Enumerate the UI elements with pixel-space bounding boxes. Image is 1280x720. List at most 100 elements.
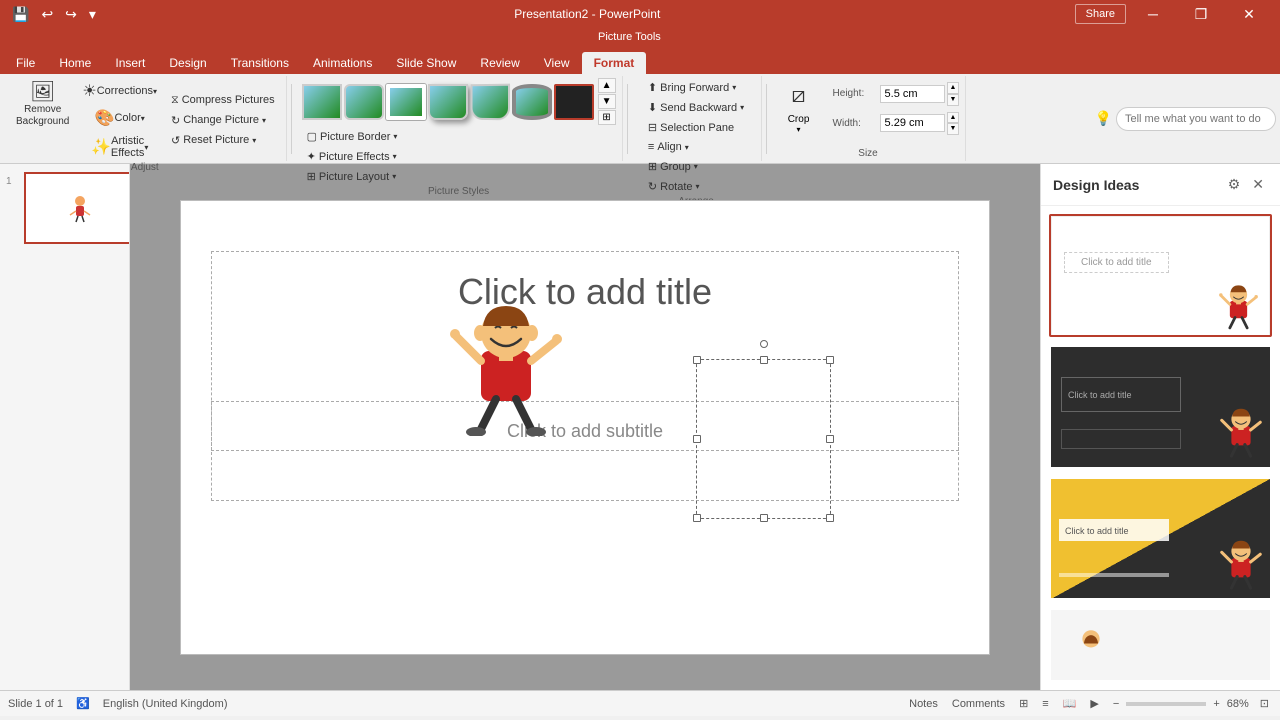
group-button[interactable]: ⊞ Group ▾ (643, 157, 703, 176)
handle-middle-right[interactable] (826, 435, 834, 443)
statusbar: Slide 1 of 1 ♿ English (United Kingdom) … (0, 690, 1280, 716)
design-idea-3-title-text: Click to add title (1065, 526, 1129, 536)
picture-style-3[interactable] (386, 84, 426, 120)
tab-animations[interactable]: Animations (301, 52, 384, 74)
corrections-label: Corrections (97, 85, 153, 97)
change-picture-button[interactable]: ↻ Change Picture ▾ (166, 111, 280, 130)
fit-slide-button[interactable]: ⊡ (1257, 696, 1272, 711)
slide-thumbnail-1[interactable] (24, 172, 130, 244)
character-clipart[interactable] (441, 281, 571, 431)
width-input[interactable] (880, 114, 945, 132)
canvas-area[interactable]: Click to add title Click to add subtitle (130, 164, 1040, 690)
remove-background-button[interactable]: 🖼 RemoveBackground (10, 78, 75, 132)
group-icon: ⊞ (648, 160, 657, 173)
close-button[interactable]: ✕ (1226, 0, 1272, 28)
send-backward-label: Send Backward (660, 102, 737, 114)
picture-layout-button[interactable]: ⊞ Picture Layout ▾ (302, 167, 403, 186)
send-backward-button[interactable]: ⬇ Send Backward ▾ (643, 98, 749, 117)
tab-file[interactable]: File (4, 52, 47, 74)
gallery-more[interactable]: ⊞ (598, 110, 616, 125)
rotate-icon: ↻ (648, 180, 657, 193)
slide-title-placeholder[interactable]: Click to add title (231, 271, 939, 313)
rotate-handle[interactable] (760, 340, 768, 348)
corrections-button[interactable]: ☀ Corrections ▾ (77, 78, 162, 104)
customize-qat-button[interactable]: ▾ (85, 4, 100, 25)
artistic-effects-icon: ✨ (91, 137, 111, 157)
share-button[interactable]: Share (1075, 4, 1126, 24)
handle-top-right[interactable] (826, 356, 834, 364)
tab-view[interactable]: View (532, 52, 582, 74)
design-idea-3[interactable]: Click to add title (1049, 477, 1272, 600)
width-decrement[interactable]: ▼ (947, 123, 960, 135)
tell-me-input[interactable] (1116, 107, 1276, 131)
artistic-effects-button[interactable]: ✨ ArtisticEffects ▾ (77, 132, 162, 162)
height-increment[interactable]: ▲ (947, 82, 960, 94)
compress-pictures-button[interactable]: ⧖ Compress Pictures (166, 91, 280, 110)
picture-effects-button[interactable]: ✦ Picture Effects ▾ (302, 147, 403, 166)
minimize-button[interactable]: ─ (1130, 0, 1176, 28)
tab-insert[interactable]: Insert (103, 52, 157, 74)
slide-subtitle-placeholder[interactable]: Click to add subtitle (231, 421, 939, 442)
design-panel-header: Design Ideas ⚙ ✕ (1041, 164, 1280, 206)
remove-background-label: RemoveBackground (16, 104, 69, 128)
bring-forward-button[interactable]: ⬆ Bring Forward ▾ (643, 78, 741, 97)
design-panel-settings-button[interactable]: ⚙ (1224, 174, 1245, 195)
handle-top-left[interactable] (693, 356, 701, 364)
height-decrement[interactable]: ▼ (947, 94, 960, 106)
gallery-scroll-down[interactable]: ▼ (598, 94, 616, 109)
picture-style-1[interactable] (302, 84, 342, 120)
design-idea-2[interactable]: Click to add title (1049, 345, 1272, 468)
slide-canvas[interactable]: Click to add title Click to add subtitle (180, 200, 990, 655)
reading-view-button[interactable]: 📖 (1060, 696, 1080, 711)
color-dropdown-icon: ▾ (141, 114, 145, 123)
tab-slideshow[interactable]: Slide Show (384, 52, 468, 74)
handle-bottom-right[interactable] (826, 514, 834, 522)
zoom-in-button[interactable]: + (1210, 697, 1222, 711)
reset-picture-button[interactable]: ↺ Reset Picture ▾ (166, 131, 280, 150)
tab-format[interactable]: Format (582, 52, 647, 74)
outline-view-button[interactable]: ≡ (1039, 697, 1051, 711)
tab-review[interactable]: Review (468, 52, 531, 74)
crop-button[interactable]: ⧄ (777, 78, 821, 112)
gallery-scroll-up[interactable]: ▲ (598, 78, 616, 93)
picture-style-6[interactable] (512, 84, 552, 120)
normal-view-button[interactable]: ⊞ (1016, 696, 1031, 711)
rotate-label: Rotate (660, 181, 692, 193)
handle-bottom-center[interactable] (760, 514, 768, 522)
accessibility-button[interactable]: ♿ (73, 696, 93, 711)
picture-style-5[interactable] (470, 83, 509, 120)
design-idea-1[interactable]: Click to add title (1049, 214, 1272, 337)
notes-button[interactable]: Notes (906, 697, 941, 711)
tab-home[interactable]: Home (47, 52, 103, 74)
zoom-out-button[interactable]: − (1110, 697, 1122, 711)
align-button[interactable]: ≡ Align ▾ (643, 138, 694, 156)
picture-style-4[interactable] (428, 84, 468, 120)
handle-middle-left[interactable] (693, 435, 701, 443)
handle-top-center[interactable] (760, 356, 768, 364)
handle-bottom-left[interactable] (693, 514, 701, 522)
save-button[interactable]: 💾 (8, 4, 33, 25)
picture-style-2[interactable] (344, 84, 384, 120)
selection-pane-button[interactable]: ⊟ Selection Pane (643, 118, 739, 137)
width-increment[interactable]: ▲ (947, 112, 960, 124)
tab-design[interactable]: Design (157, 52, 218, 74)
undo-button[interactable]: ↩ (37, 4, 57, 25)
design-idea-3-sub-box (1059, 573, 1169, 577)
titlebar-left: 💾 ↩ ↪ ▾ (8, 4, 100, 25)
rotate-button[interactable]: ↻ Rotate ▾ (643, 177, 705, 196)
corrections-icon: ☀ (82, 81, 96, 101)
design-panel-close-button[interactable]: ✕ (1248, 174, 1268, 195)
picture-border-button[interactable]: ▢ Picture Border ▾ (302, 127, 403, 146)
restore-button[interactable]: ❐ (1178, 0, 1224, 28)
color-button[interactable]: 🎨 Color ▾ (77, 105, 162, 131)
comments-button[interactable]: Comments (949, 697, 1008, 711)
design-idea-4[interactable] (1049, 608, 1272, 682)
zoom-slider[interactable] (1126, 702, 1206, 706)
design-idea-1-title-text: Click to add title (1064, 252, 1169, 273)
ribbon-group-picture-styles: ▲ ▼ ⊞ ▢ Picture Border ▾ ✦ Picture Effec… (296, 76, 623, 161)
height-input[interactable] (880, 85, 945, 103)
redo-button[interactable]: ↪ (61, 4, 81, 25)
slideshow-view-button[interactable]: ▶ (1087, 696, 1101, 711)
picture-style-active[interactable] (554, 84, 594, 120)
tab-transitions[interactable]: Transitions (219, 52, 301, 74)
